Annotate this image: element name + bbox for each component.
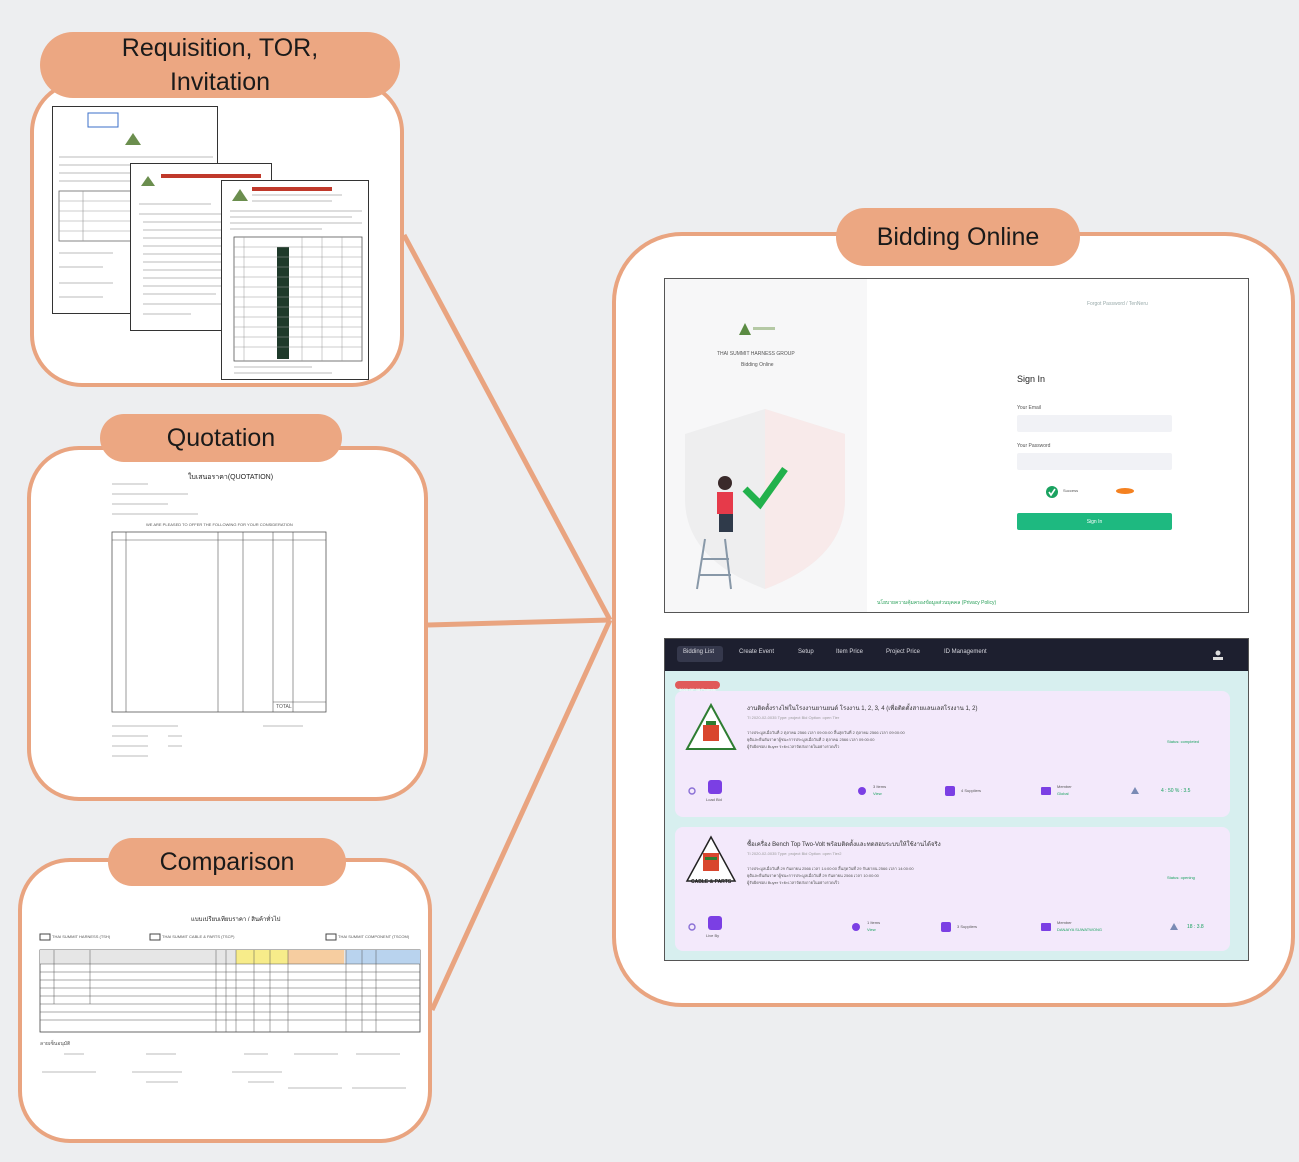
bid-card-2-items-icon [852, 923, 860, 931]
bid-card-2-logo-text: CABLE & PARTS [691, 879, 732, 885]
bid-card-2[interactable]: CABLE & PARTS ซื้อเครื่อง Bench Top Two-… [675, 827, 1230, 951]
quotation-total-label: TOTAL [276, 704, 292, 710]
nav-tab-create-event[interactable]: Create Event [739, 649, 774, 655]
bid-card-2-action[interactable]: Live By [706, 933, 719, 938]
comparison-sign-label: ลายเซ็นอนุมัติ [40, 1041, 71, 1047]
bidding-list-screenshot: Bidding List Create Event Setup Item Pri… [664, 638, 1249, 961]
privacy-policy-link[interactable]: นโยบายความคุ้มครองข้อมูลส่วนบุคคล (Priva… [877, 599, 996, 607]
cloudflare-logo-icon [1116, 488, 1134, 494]
bid-card-1-title: งานติดตั้งรางไฟในโรงงานยานยนต์ โรงงาน 1,… [747, 706, 978, 712]
signin-password-label: Your Password [1017, 443, 1051, 449]
quotation-document: ใบเสนอราคา(QUOTATION) WE ARE PLEASED TO … [108, 470, 333, 770]
comparison-company-2: THAI SUMMIT CABLE & PARTS (TSCP) [162, 934, 235, 939]
quotation-form-lines [111, 483, 327, 757]
bid-card-2-member-sub: DANAIYA SUWATWONG [1057, 927, 1103, 932]
bid-card-2-member: Member [1057, 920, 1072, 925]
bid-card-1[interactable]: งานติดตั้งรางไฟในโรงงานยานยนต์ โรงงาน 1,… [675, 691, 1230, 817]
bid-card-1-member-icon [1041, 787, 1051, 795]
signin-button[interactable]: Sign In [1017, 513, 1172, 530]
connector-comparison [429, 618, 613, 1012]
bid-card-2-link-icon[interactable] [687, 922, 697, 932]
signin-screenshot: THAI SUMMIT HARNESS GROUP Bidding Online… [664, 278, 1249, 613]
signin-top-links[interactable]: Forgot Password / TenNeru [1087, 301, 1148, 307]
bid-card-2-suppliers-icon [941, 922, 951, 932]
bid-card-1-items: 3 Items [873, 784, 887, 789]
bid-card-1-action[interactable]: Load Bid [706, 797, 722, 802]
quotation-header-text: WE ARE PLEASED TO OFFER THE FOLLOWING FO… [146, 522, 293, 527]
invitation-document-lines [230, 187, 363, 374]
nav-tab-id-management[interactable]: ID Management [944, 649, 987, 655]
quotation-label: Quotation [100, 414, 342, 462]
bid-card-2-score: 18 : 3.8 [1187, 924, 1204, 930]
bid-card-2-title: ซื้อเครื่อง Bench Top Two-Volt พร้อมติดต… [747, 842, 941, 848]
bid-card-1-member-sub: Global [1057, 791, 1069, 796]
comparison-company-1: THAI SUMMIT HARNESS (TSH) [52, 934, 111, 939]
comparison-document: แบบเปรียบเทียบราคา / สินค้าทั่วไป THAI S… [36, 912, 422, 1102]
captcha-box[interactable]: Success [1037, 481, 1147, 503]
bid-card-1-line3: ผู้รับผิดชอบ Buyer ระยะเวลาจัดส่งภายในอย… [747, 744, 840, 749]
bid-card-1-score: 4 : 50 % : 3.5 [1161, 788, 1191, 794]
bid-card-2-items-view[interactable]: View [867, 927, 876, 932]
requisition-label-line1: Requisition, TOR, [121, 34, 319, 62]
signin-email-label: Your Email [1017, 405, 1041, 411]
top-navbar: Bidding List Create Event Setup Item Pri… [665, 639, 1248, 671]
company-logo-icon [739, 323, 775, 335]
signin-title: Sign In [1017, 374, 1046, 384]
bid-card-1-member: Member [1057, 784, 1072, 789]
bid-card-1-link-icon[interactable] [687, 786, 697, 796]
bid-card-2-line1: วางประมูลเมื่อวันที่ 29 กันยายน 2566 เวล… [747, 866, 914, 871]
signin-company-name: THAI SUMMIT HARNESS GROUP [717, 351, 795, 357]
signin-button-label: Sign In [1086, 518, 1103, 525]
connector-quotation [427, 617, 611, 628]
diagram-canvas: Requisition, TOR, Invitation Quotation ใ… [0, 0, 1299, 1162]
bid-card-1-line1: วางประมูลเมื่อวันที่ 2 ตุลาคม 2566 เวลา … [747, 730, 905, 735]
bid-card-1-suppliers-icon [945, 786, 955, 796]
bid-card-2-suppliers: 3 Suppliers [957, 924, 978, 929]
requisition-label: Requisition, TOR, Invitation [40, 32, 400, 98]
security-illustration [685, 409, 845, 590]
requisition-label-line2: Invitation [169, 68, 271, 96]
bidding-online-label: Bidding Online [836, 208, 1080, 266]
bid-card-2-action-icon[interactable] [708, 916, 722, 930]
bid-card-2-member-icon [1041, 923, 1051, 931]
comparison-label: Comparison [108, 838, 346, 886]
signin-email-input[interactable] [1017, 415, 1172, 432]
bid-card-2-meta: TI 2020-02-0035 Type: project Bid Option… [747, 851, 842, 856]
bid-card-1-items-view[interactable]: View [873, 791, 882, 796]
invitation-document [221, 180, 369, 380]
bid-card-1-suppliers: 4 Suppliers [961, 788, 982, 793]
comparison-table [39, 933, 421, 1089]
nav-tab-item-price[interactable]: Item Price [836, 649, 863, 655]
nav-tab-project-price[interactable]: Project Price [886, 649, 920, 655]
bid-card-2-line2: ยุติและยืนยันราคาผู้ชนะการประมูลเมื่อวัน… [747, 873, 879, 878]
captcha-check-icon [1046, 486, 1058, 498]
captcha-label: Success [1063, 488, 1079, 493]
nav-tab-bidding-list[interactable]: Bidding List [683, 649, 714, 655]
comparison-company-3: THAI SUMMIT COMPONENT (TSCOM) [338, 934, 410, 939]
projects-badge: 3028 OF 38 Projects [675, 681, 720, 692]
bid-card-1-status: Status: completed [1167, 739, 1200, 744]
signin-subtitle: Bidding Online [741, 362, 774, 368]
company-logo-1-icon [685, 702, 737, 750]
bid-card-1-items-icon [858, 787, 866, 795]
user-profile-icon[interactable] [1212, 649, 1224, 661]
bid-card-1-auction-icon [1131, 787, 1139, 794]
bid-card-2-items: 1 Items [867, 920, 881, 925]
nav-tab-setup[interactable]: Setup [798, 649, 814, 655]
bid-card-1-action-icon[interactable] [708, 780, 722, 794]
signin-password-input[interactable] [1017, 453, 1172, 470]
bid-card-2-line3: ผู้รับผิดชอบ Buyer ระยะเวลาจัดส่งภายในอย… [747, 880, 840, 885]
bid-card-1-line2: ยุติและยืนยันราคาผู้ชนะการประมูลเมื่อวัน… [747, 737, 875, 742]
bid-card-1-meta: TI 2020-02-0035 Type: project Bid Option… [747, 715, 840, 720]
bid-card-2-status: Status: opening [1167, 875, 1195, 880]
connector-requisition [401, 233, 613, 622]
bid-card-2-auction-icon [1170, 923, 1178, 930]
